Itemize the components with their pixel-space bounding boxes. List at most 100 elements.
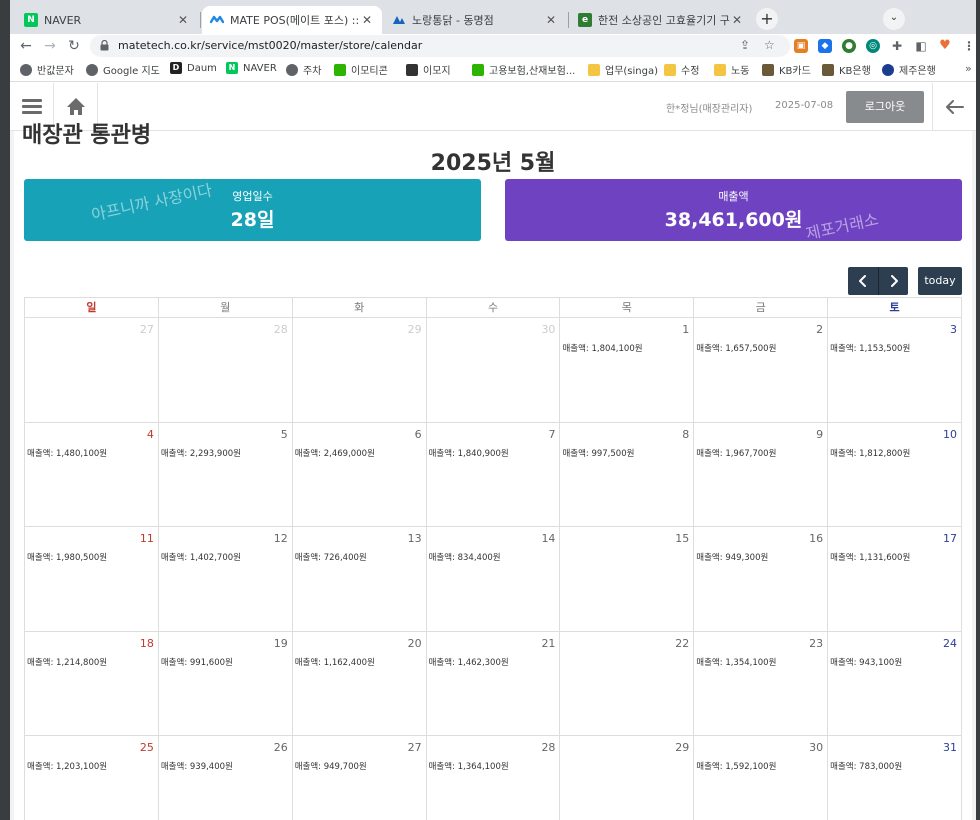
extensions-puzzle-icon[interactable]: ✚ [890, 39, 904, 53]
tab-naver[interactable]: N NAVER ✕ [16, 6, 198, 34]
reload-icon[interactable]: ↻ [64, 36, 84, 56]
bookmark-item[interactable]: D Daum [170, 62, 217, 74]
bookmark-item[interactable]: 제주은행 [882, 62, 936, 77]
calendar-day-cell[interactable]: 19 매출액: 991,600원 [158, 631, 293, 736]
calendar-day-cell[interactable]: 24 매출액: 943,100원 [828, 631, 963, 736]
kb-icon [762, 63, 774, 76]
back-arrow-icon[interactable] [932, 83, 976, 131]
extension-circle-icon[interactable]: ◎ [866, 39, 880, 53]
lock-icon [100, 40, 109, 51]
bookmark-folder[interactable]: 노동 [714, 62, 749, 77]
calendar-day-cell[interactable]: 7 매출액: 1,840,900원 [426, 422, 561, 527]
calendar-day-cell[interactable]: 16 매출액: 949,300원 [694, 527, 829, 632]
calendar-day-cell[interactable]: 31 매출액: 783,000원 [828, 736, 963, 820]
calendar-day-cell[interactable]: 4 매출액: 1,480,100원 [25, 422, 159, 527]
daily-sales: 매출액: 939,400원 [160, 762, 233, 772]
calendar-day-cell[interactable]: 11 매출액: 1,980,500원 [25, 527, 159, 632]
daily-sales: 매출액: 997,500원 [562, 448, 635, 459]
calendar-day-cell[interactable]: 15 [560, 527, 695, 632]
tab-kepco[interactable]: e 한전 소상공인 고효율기기 구매지원 ✕ [570, 6, 752, 34]
calendar-day-cell[interactable]: 18 매출액: 1,214,800원 [25, 631, 159, 736]
profile-heart-icon[interactable]: ♥ [938, 39, 952, 53]
calendar-day-cell[interactable]: 29 [560, 736, 695, 820]
calendar-day-cell[interactable]: 17 매출액: 1,131,600원 [828, 527, 963, 632]
calendar-day-cell[interactable]: 28 [158, 318, 293, 423]
daily-sales: 매출액: 1,840,900원 [428, 448, 509, 459]
calendar-day-cell[interactable]: 10 매출액: 1,812,800원 [828, 422, 963, 527]
bookmark-item[interactable]: 이모지 [406, 62, 451, 77]
daily-sales: 매출액: 1,162,400원 [294, 657, 375, 668]
day-number: 13 [407, 532, 422, 545]
calendar-day-cell[interactable]: 28 매출액: 1,364,100원 [427, 736, 561, 820]
bookmark-star-icon[interactable]: ☆ [764, 38, 775, 52]
calendar-day-cell[interactable]: 13 매출액: 726,400원 [292, 527, 427, 632]
bookmark-item[interactable]: 주차 [286, 62, 321, 77]
calendar-day-cell[interactable]: 29 [292, 318, 427, 423]
calendar-day-cell[interactable]: 5 매출액: 2,293,900원 [158, 422, 293, 527]
extension-globe-icon[interactable]: ● [842, 39, 856, 53]
calendar-day-cell[interactable]: 27 [25, 318, 159, 423]
bookmark-item[interactable]: Google 지도 [86, 62, 160, 77]
calendar-day-cell[interactable]: 22 [560, 631, 695, 736]
calendar-day-cell[interactable]: 23 매출액: 1,354,100원 [694, 631, 829, 736]
calendar-day-cell[interactable]: 30 매출액: 1,592,100원 [694, 736, 829, 820]
bookmark-item[interactable]: KB은행 [822, 62, 871, 77]
calendar-day-cell[interactable]: 12 매출액: 1,402,700원 [158, 527, 293, 632]
calendar-day-cell[interactable]: 1 매출액: 1,804,100원 [560, 318, 695, 423]
weekday-header: 수 [426, 298, 561, 318]
more-bookmarks-icon[interactable]: » [965, 62, 972, 75]
bookmark-item[interactable]: 고용보험,산재보험... [472, 62, 575, 77]
forward-arrow-icon[interactable]: → [40, 36, 60, 56]
bookmark-folder[interactable]: 업무(singa) [588, 62, 658, 77]
address-bar[interactable]: matetech.co.kr/service/mst0020/master/st… [90, 35, 790, 57]
calendar-day-cell[interactable]: 2 매출액: 1,657,500원 [694, 318, 829, 423]
calendar-day-cell[interactable]: 6 매출액: 2,469,000원 [292, 422, 427, 527]
calendar-day-cell[interactable]: 14 매출액: 834,400원 [426, 527, 561, 632]
daily-sales: 매출액: 1,967,700원 [696, 448, 777, 459]
calendar-content: 매장관 통관병 2025년 5월 영업일수 28일 아프니까 사장이다 매출액 … [14, 123, 972, 820]
daily-sales: 매출액: 1,354,100원 [696, 657, 777, 668]
share-icon[interactable]: ⇪ [740, 38, 750, 52]
daily-sales: 매출액: 1,214,800원 [27, 657, 108, 668]
calendar-day-cell[interactable]: 8 매출액: 997,500원 [560, 422, 695, 527]
calendar-day-cell[interactable]: 30 [426, 318, 561, 423]
close-tab-icon[interactable]: ✕ [360, 13, 374, 27]
day-number: 30 [809, 741, 824, 754]
browser-menu-icon[interactable]: ⋮ [962, 39, 976, 53]
daily-sales: 매출액: 726,400원 [294, 553, 367, 563]
calendar-day-cell[interactable]: 9 매출액: 1,967,700원 [694, 422, 829, 527]
prev-month-button[interactable] [848, 267, 878, 295]
sales-total-card: 매출액 38,461,600원 제포거래소 [505, 179, 962, 241]
next-month-button[interactable] [878, 267, 908, 295]
new-tab-button[interactable]: + [756, 8, 778, 30]
calendar-day-cell[interactable]: 21 매출액: 1,462,300원 [426, 631, 561, 736]
back-arrow-icon[interactable]: ← [16, 36, 36, 56]
calendar-day-cell[interactable]: 3 매출액: 1,153,500원 [828, 318, 963, 423]
calendar-day-cell[interactable]: 25 매출액: 1,203,100원 [25, 736, 159, 820]
daily-sales: 매출액: 991,600원 [160, 657, 233, 668]
day-number: 27 [139, 323, 154, 336]
extension-orange-icon[interactable]: ▣ [794, 39, 808, 53]
tab-title: NAVER [44, 13, 82, 27]
day-number: 7 [548, 427, 556, 441]
calendar-day-cell[interactable]: 20 매출액: 1,162,400원 [292, 631, 427, 736]
tab-mate-pos[interactable]: MATE POS(메이트 포스) :: 매장관리 ✕ [202, 6, 382, 34]
tab-search-chevron-icon[interactable]: ⌄ [883, 8, 905, 30]
globe-icon [86, 63, 98, 76]
bookmark-item[interactable]: 이모티콘 [334, 62, 388, 77]
calendar-day-cell[interactable]: 26 매출액: 939,400원 [159, 736, 293, 820]
bookmark-item[interactable]: N NAVER [226, 62, 277, 74]
close-tab-icon[interactable]: ✕ [544, 13, 558, 27]
side-panel-icon[interactable]: ◧ [914, 39, 928, 53]
bookmark-item[interactable]: KB카드 [762, 62, 811, 77]
tab-norang[interactable]: 노랑통닭 - 동명점 ✕ [384, 6, 566, 34]
today-button[interactable]: today [918, 267, 962, 295]
calendar-day-cell[interactable]: 27 매출액: 949,700원 [293, 736, 427, 820]
close-tab-icon[interactable]: ✕ [730, 13, 744, 27]
bookmark-item[interactable]: 반값문자 [20, 62, 74, 77]
close-tab-icon[interactable]: ✕ [176, 13, 190, 27]
globe-icon [882, 63, 894, 76]
logout-button[interactable]: 로그아웃 [846, 91, 924, 123]
bookmark-folder[interactable]: 수정 [664, 62, 699, 77]
extension-shield-icon[interactable]: ◆ [818, 39, 832, 53]
